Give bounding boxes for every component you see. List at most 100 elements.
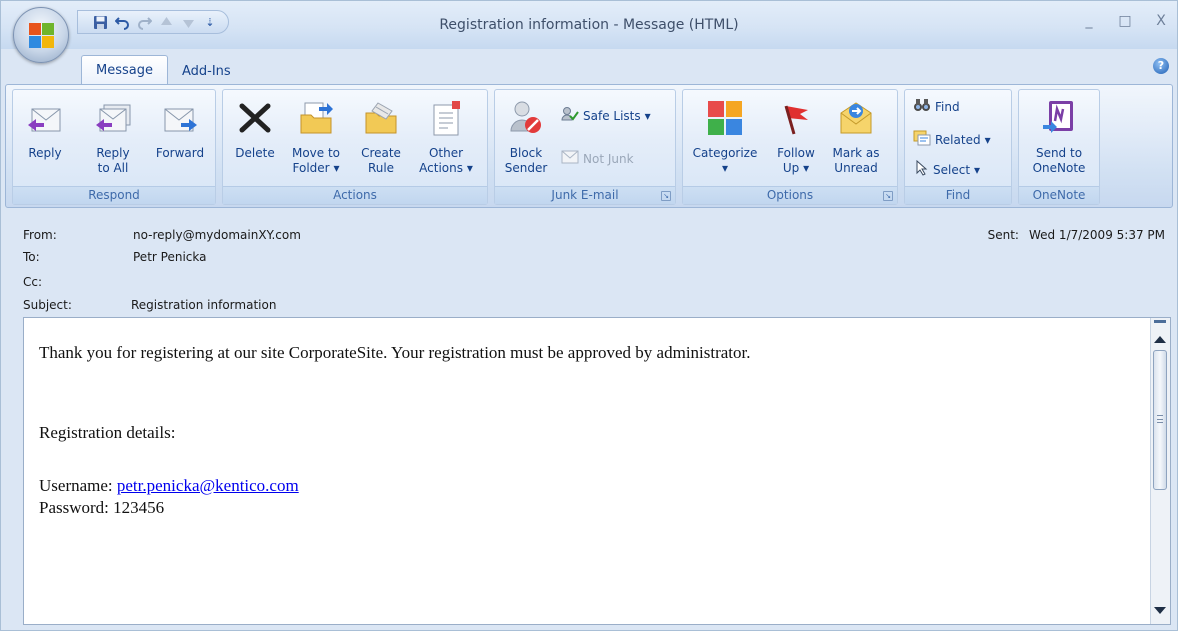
vertical-scrollbar[interactable] — [1150, 318, 1170, 624]
send-to-onenote-label-line1: Send to — [1035, 146, 1083, 160]
minimize-button[interactable]: _ — [1081, 13, 1097, 29]
intro-text: Thank you for registering at our site Co… — [39, 343, 751, 362]
details-heading: Registration details: — [39, 423, 176, 442]
group-onenote-label: OneNote — [1019, 186, 1099, 204]
group-find: Find Related ▾ Select ▾ Find — [904, 89, 1012, 205]
reply-all-button[interactable]: Reply to All — [87, 92, 139, 176]
help-icon[interactable]: ? — [1153, 58, 1169, 74]
password-value: 123456 — [113, 498, 165, 517]
forward-label: Forward — [155, 146, 205, 160]
group-options-label: Options — [683, 186, 897, 204]
follow-up-dropdown-arrow: ▾ — [803, 161, 810, 175]
move-to-folder-label-line1: Move to — [291, 146, 341, 160]
outlook-message-window: ⇣ Registration information - Message (HT… — [0, 0, 1178, 631]
username-label: Username: — [39, 476, 117, 495]
scroll-down-arrow-icon[interactable] — [1154, 607, 1166, 614]
related-label: Related — [935, 132, 981, 147]
safe-lists-label: Safe Lists — [583, 108, 641, 123]
scroll-up-arrow-icon[interactable] — [1154, 336, 1166, 343]
reply-button[interactable]: Reply — [21, 92, 69, 161]
options-dialog-launcher[interactable]: ↘ — [883, 191, 893, 201]
sent-value: Wed 1/7/2009 5:37 PM — [1028, 228, 1165, 242]
junk-email-dialog-launcher[interactable]: ↘ — [661, 191, 671, 201]
onenote-icon — [1039, 98, 1079, 138]
send-to-onenote-button[interactable]: Send to OneNote — [1027, 92, 1091, 176]
group-actions: Delete Move to Folder ▾ Create Rule Othe… — [222, 89, 488, 205]
office-button[interactable] — [13, 7, 69, 63]
group-junk-email: Block Sender Safe Lists ▾ Not Junk Junk … — [494, 89, 676, 205]
maximize-button[interactable]: □ — [1117, 13, 1133, 29]
message-header: From: no-reply@mydomainXY.com To: Petr P… — [1, 211, 1177, 315]
other-actions-label-line1: Other — [428, 146, 464, 160]
reply-all-label-line1: Reply — [96, 146, 130, 160]
select-dropdown-arrow: ▾ — [974, 162, 981, 177]
binoculars-icon — [913, 98, 931, 115]
create-rule-label-line2: Rule — [367, 161, 395, 175]
forward-icon — [160, 98, 200, 138]
username-link[interactable]: petr.penicka@kentico.com — [117, 476, 299, 495]
mark-as-unread-label-line2: Unread — [834, 161, 878, 175]
scrollbar-thumb[interactable] — [1153, 350, 1167, 490]
delete-button[interactable]: Delete — [229, 92, 281, 161]
find-label: Find — [935, 99, 960, 114]
block-sender-label-line1: Block — [509, 146, 543, 160]
move-to-folder-label-line2: Folder — [292, 161, 330, 175]
other-actions-label-line2: Actions — [419, 161, 463, 175]
tab-add-ins[interactable]: Add-Ins — [168, 57, 245, 85]
not-junk-label: Not Junk — [583, 151, 634, 166]
reply-icon — [25, 98, 65, 138]
related-button[interactable]: Related ▾ — [913, 130, 991, 149]
group-junk-email-label: Junk E-mail — [495, 186, 675, 204]
group-respond: Reply Reply to All Forward Respond — [12, 89, 216, 205]
mark-as-unread-icon — [836, 98, 876, 138]
find-button[interactable]: Find — [913, 98, 960, 115]
mark-as-unread-label-line1: Mark as — [832, 146, 880, 160]
office-logo-icon — [29, 23, 54, 48]
block-sender-button[interactable]: Block Sender — [499, 92, 553, 176]
tab-message[interactable]: Message — [81, 55, 168, 85]
categorize-label: Categorize — [692, 146, 758, 160]
block-sender-icon — [506, 98, 546, 138]
group-respond-label: Respond — [13, 186, 215, 204]
not-junk-icon — [561, 150, 579, 167]
to-value[interactable]: Petr Penicka — [133, 250, 206, 264]
follow-up-flag-icon — [776, 98, 816, 138]
create-rule-icon — [361, 98, 401, 138]
window-title: Registration information - Message (HTML… — [439, 17, 739, 33]
select-label: Select — [933, 162, 971, 177]
forward-button[interactable]: Forward — [149, 92, 211, 161]
safe-lists-icon — [561, 106, 579, 125]
categorize-dropdown-arrow: ▾ — [721, 161, 728, 175]
move-to-folder-icon — [296, 98, 336, 138]
title-bar: ⇣ Registration information - Message (HT… — [1, 1, 1177, 49]
close-button[interactable]: X — [1153, 13, 1169, 29]
other-actions-icon — [426, 98, 466, 138]
move-to-folder-dropdown-arrow: ▾ — [333, 161, 340, 175]
categorize-button[interactable]: Categorize ▾ — [689, 92, 761, 176]
message-body[interactable]: Thank you for registering at our site Co… — [23, 317, 1171, 625]
to-label: To: — [23, 250, 40, 264]
select-button[interactable]: Select ▾ — [915, 159, 981, 179]
scrollbar-grip-icon — [1157, 415, 1163, 423]
categorize-icon — [705, 98, 745, 138]
follow-up-button[interactable]: Follow Up ▾ — [771, 92, 821, 176]
create-rule-button[interactable]: Create Rule — [355, 92, 407, 176]
related-dropdown-arrow: ▾ — [984, 132, 991, 147]
ribbon-tabs: Message Add-Ins — [81, 55, 245, 85]
block-sender-label-line2: Sender — [504, 161, 548, 175]
delete-icon — [235, 98, 275, 138]
subject-value: Registration information — [131, 298, 277, 312]
group-find-label: Find — [905, 186, 1011, 204]
from-value: no-reply@mydomainXY.com — [133, 228, 301, 242]
follow-up-label-line2: Up — [782, 161, 800, 175]
other-actions-button[interactable]: Other Actions ▾ — [413, 92, 479, 176]
mark-as-unread-button[interactable]: Mark as Unread — [827, 92, 885, 176]
cc-label: Cc: — [23, 275, 43, 289]
move-to-folder-button[interactable]: Move to Folder ▾ — [285, 92, 347, 176]
safe-lists-dropdown-arrow: ▾ — [644, 108, 651, 123]
delete-label: Delete — [235, 146, 275, 160]
not-junk-button: Not Junk — [561, 150, 634, 167]
safe-lists-button[interactable]: Safe Lists ▾ — [561, 106, 651, 125]
password-line: Password: 123456 — [39, 498, 164, 518]
group-actions-label: Actions — [223, 186, 487, 204]
